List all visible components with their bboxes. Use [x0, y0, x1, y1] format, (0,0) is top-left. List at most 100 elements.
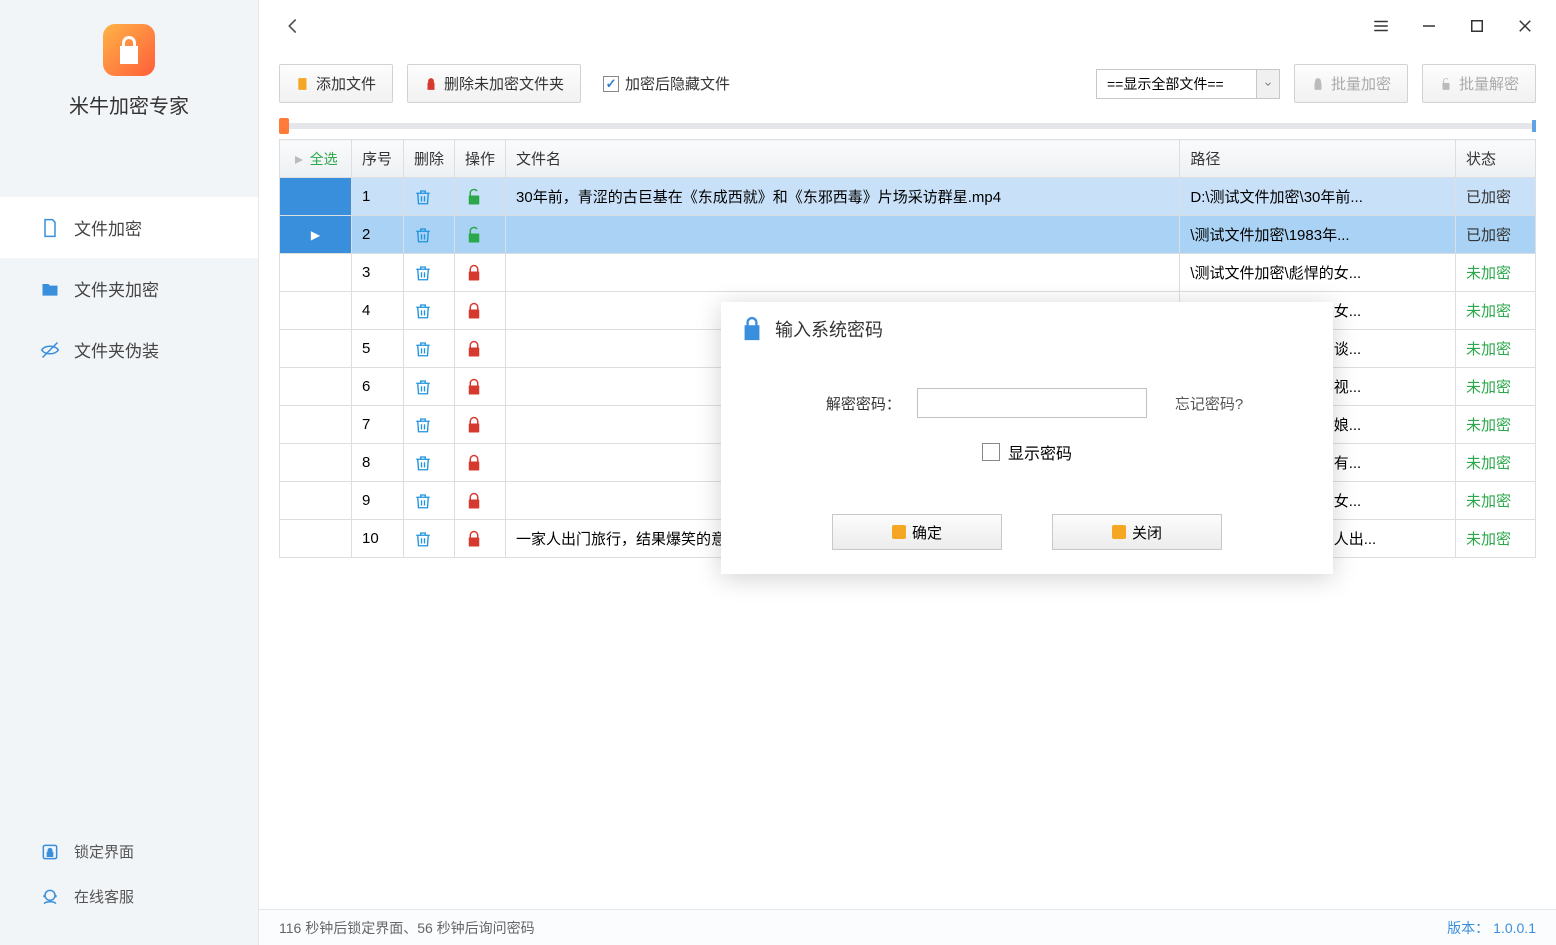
lock-icon [465, 188, 495, 206]
ok-button[interactable]: 确定 [832, 514, 1002, 550]
nav-item-2[interactable]: 文件夹伪装 [0, 319, 258, 380]
row-select-cell[interactable] [280, 368, 352, 406]
trash-icon [414, 264, 444, 282]
trash-icon [414, 226, 444, 244]
row-arrow-icon: ▶ [311, 228, 320, 242]
row-operate-button[interactable] [455, 482, 506, 520]
col-name[interactable]: 文件名 [506, 140, 1180, 178]
row-operate-button[interactable] [455, 254, 506, 292]
row-seq: 1 [352, 178, 404, 216]
row-operate-button[interactable] [455, 292, 506, 330]
row-delete-button[interactable] [404, 330, 455, 368]
password-dialog: 输入系统密码 解密密码： 忘记密码? 显示密码 确定 [721, 302, 1333, 574]
forgot-password-link[interactable]: 忘记密码? [1175, 393, 1243, 414]
row-delete-button[interactable] [404, 368, 455, 406]
row-select-cell[interactable] [280, 330, 352, 368]
trash-icon [414, 378, 444, 396]
add-file-button[interactable]: 添加文件 [279, 64, 393, 103]
file-icon [1112, 525, 1126, 539]
lock-icon [465, 264, 495, 282]
row-operate-button[interactable] [455, 444, 506, 482]
close-button[interactable]: 关闭 [1052, 514, 1222, 550]
row-status: 已加密 [1456, 178, 1536, 216]
password-input[interactable] [917, 388, 1147, 418]
lock-icon [465, 302, 495, 320]
row-operate-button[interactable] [455, 406, 506, 444]
footer-item-1[interactable]: 在线客服 [0, 874, 258, 919]
row-delete-button[interactable] [404, 216, 455, 254]
hide-after-encrypt-checkbox[interactable]: 加密后隐藏文件 [603, 73, 730, 94]
col-seq[interactable]: 序号 [352, 140, 404, 178]
row-seq: 10 [352, 520, 404, 558]
row-delete-button[interactable] [404, 482, 455, 520]
titlebar [259, 0, 1556, 52]
row-operate-button[interactable] [455, 368, 506, 406]
lock-icon [424, 77, 438, 91]
row-select-cell[interactable] [280, 520, 352, 558]
sidebar: 米牛加密专家 文件加密文件夹加密文件夹伪装 锁定界面在线客服 [0, 0, 258, 945]
row-delete-button[interactable] [404, 406, 455, 444]
minimize-icon[interactable] [1418, 15, 1440, 37]
file-icon [296, 77, 310, 91]
checkbox-icon [982, 443, 1000, 461]
row-operate-button[interactable] [455, 178, 506, 216]
row-operate-button[interactable] [455, 520, 506, 558]
row-seq: 6 [352, 368, 404, 406]
filter-text: ==显示全部文件== [1097, 70, 1257, 98]
nav-item-1[interactable]: 文件夹加密 [0, 258, 258, 319]
close-icon[interactable] [1514, 15, 1536, 37]
row-delete-button[interactable] [404, 520, 455, 558]
table-row[interactable]: 130年前，青涩的古巨基在《东成西就》和《东邪西毒》片场采访群星.mp4D:\测… [280, 178, 1536, 216]
delete-unencrypted-button[interactable]: 删除未加密文件夹 [407, 64, 581, 103]
row-operate-button[interactable] [455, 216, 506, 254]
sidebar-footer: 锁定界面在线客服 [0, 829, 258, 945]
lock-icon [465, 416, 495, 434]
row-status: 未加密 [1456, 520, 1536, 558]
row-operate-button[interactable] [455, 330, 506, 368]
row-select-cell[interactable] [280, 254, 352, 292]
slider-handle[interactable] [279, 118, 289, 134]
row-select-cell[interactable]: ▶ [280, 216, 352, 254]
table-row[interactable]: 3\测试文件加密\彪悍的女...未加密 [280, 254, 1536, 292]
col-operate[interactable]: 操作 [455, 140, 506, 178]
maximize-icon[interactable] [1466, 15, 1488, 37]
row-delete-button[interactable] [404, 254, 455, 292]
row-select-cell[interactable] [280, 178, 352, 216]
row-name [506, 216, 1180, 254]
nav-icon [40, 279, 60, 299]
row-select-cell[interactable] [280, 444, 352, 482]
col-path[interactable]: 路径 [1180, 140, 1456, 178]
lock-icon [465, 492, 495, 510]
col-status[interactable]: 状态 [1456, 140, 1536, 178]
dialog-title: 输入系统密码 [775, 316, 883, 342]
footer-label: 在线客服 [74, 886, 134, 907]
col-select[interactable]: 全选 [280, 140, 352, 178]
batch-encrypt-button[interactable]: 批量加密 [1294, 64, 1408, 103]
row-select-cell[interactable] [280, 406, 352, 444]
back-button[interactable] [279, 12, 307, 40]
row-delete-button[interactable] [404, 444, 455, 482]
row-select-cell[interactable] [280, 482, 352, 520]
slider-end [1532, 120, 1536, 132]
batch-decrypt-button[interactable]: 批量解密 [1422, 64, 1536, 103]
row-delete-button[interactable] [404, 292, 455, 330]
show-password-row[interactable]: 显示密码 [761, 440, 1293, 464]
app-title: 米牛加密专家 [0, 90, 258, 119]
col-delete[interactable]: 删除 [404, 140, 455, 178]
footer-item-0[interactable]: 锁定界面 [0, 829, 258, 874]
trash-icon [414, 492, 444, 510]
row-status: 未加密 [1456, 444, 1536, 482]
progress-slider[interactable] [259, 123, 1556, 139]
lock-icon [465, 530, 495, 548]
menu-icon[interactable] [1370, 15, 1392, 37]
main: 添加文件 删除未加密文件夹 加密后隐藏文件 ==显示全部文件== [258, 0, 1556, 945]
filter-select[interactable]: ==显示全部文件== [1096, 69, 1280, 99]
footer-icon [40, 842, 60, 862]
row-select-cell[interactable] [280, 292, 352, 330]
nav-item-0[interactable]: 文件加密 [0, 197, 258, 258]
row-seq: 4 [352, 292, 404, 330]
row-delete-button[interactable] [404, 178, 455, 216]
table-row[interactable]: ▶2\测试文件加密\1983年...已加密 [280, 216, 1536, 254]
chevron-down-icon[interactable] [1257, 70, 1279, 98]
row-status: 未加密 [1456, 330, 1536, 368]
